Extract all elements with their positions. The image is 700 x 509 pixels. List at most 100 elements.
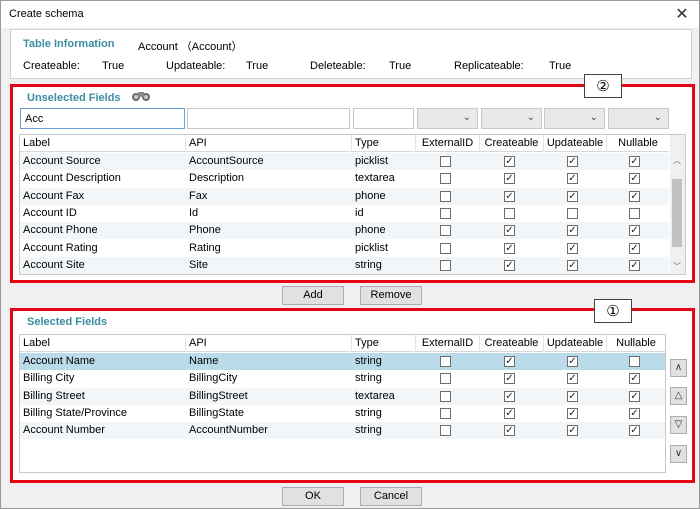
scroll-up-icon[interactable]: ︿ — [670, 154, 684, 168]
externalid-checkbox[interactable] — [440, 373, 451, 385]
api-filter-input[interactable] — [187, 108, 350, 129]
createable-checkbox[interactable]: ✓ — [504, 156, 515, 167]
updateable-checkbox[interactable]: ✓ — [567, 390, 578, 402]
createable-checkbox[interactable] — [504, 207, 515, 219]
binoculars-icon[interactable] — [131, 90, 151, 102]
nullable-checkbox[interactable]: ✓ — [629, 190, 640, 202]
createable-checkbox[interactable]: ✓ — [504, 390, 515, 402]
table-row[interactable]: Account ID Id id — [20, 205, 669, 222]
table-row[interactable]: Account Source AccountSource picklist ✓ ✓ ✓ — [20, 153, 669, 170]
createable-checkbox[interactable]: ✓ — [504, 407, 515, 419]
externalid-checkbox[interactable] — [440, 242, 451, 254]
externalid-checkbox[interactable] — [440, 173, 451, 185]
externalid-checkbox[interactable] — [440, 190, 451, 202]
cell-type: phone — [355, 189, 386, 202]
externalid-checkbox[interactable] — [440, 407, 451, 419]
updateable-checkbox[interactable]: ✓ — [567, 356, 578, 367]
nullable-checkbox[interactable] — [629, 356, 640, 367]
column-header-nullable[interactable]: Nullable — [607, 335, 665, 352]
table-row[interactable]: Billing State/Province BillingState string… — [20, 405, 665, 422]
externalid-checkbox[interactable] — [440, 207, 451, 219]
updateable-checkbox[interactable]: ✓ — [567, 190, 578, 202]
nullable-filter-dropdown[interactable]: ⌄ — [608, 108, 669, 129]
move-top-button[interactable]: ∧ — [670, 359, 687, 377]
column-header-api[interactable]: API — [186, 135, 352, 152]
createable-filter-dropdown[interactable]: ⌄ — [481, 108, 542, 129]
table-row[interactable]: Billing City BillingCity string ✓ ✓ ✓ — [20, 370, 665, 387]
column-header-type[interactable]: Type — [352, 335, 416, 352]
externalid-checkbox[interactable] — [440, 356, 451, 367]
column-header-nullable[interactable]: Nullable — [607, 135, 669, 152]
scrollbar-thumb[interactable] — [672, 179, 682, 247]
externalid-checkbox[interactable] — [440, 225, 451, 237]
table-information-heading: Table Information — [23, 38, 115, 50]
nullable-checkbox[interactable] — [629, 207, 640, 219]
externalid-checkbox[interactable] — [440, 259, 451, 271]
createable-checkbox[interactable]: ✓ — [504, 190, 515, 202]
createable-checkbox[interactable]: ✓ — [504, 373, 515, 385]
remove-button[interactable]: Remove — [360, 286, 422, 305]
move-down-button[interactable]: ▽ — [670, 416, 687, 434]
deleteable-label: Deleteable: — [310, 60, 366, 72]
column-header-externalid[interactable]: ExternalID — [416, 335, 480, 352]
table-row[interactable]: Account Rating Rating picklist ✓ ✓ ✓ — [20, 240, 669, 257]
updateable-checkbox[interactable] — [567, 207, 578, 219]
type-filter-input[interactable] — [353, 108, 414, 129]
table-row[interactable]: Account Description Description textarea ✓ ✓… — [20, 170, 669, 187]
updateable-filter-dropdown[interactable]: ⌄ — [544, 108, 605, 129]
updateable-checkbox[interactable]: ✓ — [567, 425, 578, 437]
column-header-label[interactable]: Label — [20, 135, 186, 152]
ok-button[interactable]: OK — [282, 487, 344, 506]
add-button[interactable]: Add — [282, 286, 344, 305]
unselected-scrollbar[interactable]: ︿ ﹀ — [670, 135, 685, 274]
column-header-label[interactable]: Label — [20, 335, 186, 352]
updateable-checkbox[interactable]: ✓ — [567, 156, 578, 167]
nullable-checkbox[interactable]: ✓ — [629, 225, 640, 237]
move-up-button[interactable]: △ — [670, 387, 687, 405]
column-header-type[interactable]: Type — [352, 135, 416, 152]
nullable-checkbox[interactable]: ✓ — [629, 259, 640, 271]
scroll-down-icon[interactable]: ﹀ — [670, 260, 684, 274]
chevron-down-icon: ⌄ — [462, 112, 471, 123]
nullable-checkbox[interactable]: ✓ — [629, 407, 640, 419]
createable-checkbox[interactable]: ✓ — [504, 225, 515, 237]
updateable-checkbox[interactable]: ✓ — [567, 373, 578, 385]
externalid-checkbox[interactable] — [440, 156, 451, 167]
externalid-filter-dropdown[interactable]: ⌄ — [417, 108, 478, 129]
nullable-checkbox[interactable]: ✓ — [629, 173, 640, 185]
updateable-checkbox[interactable]: ✓ — [567, 225, 578, 237]
column-header-externalid[interactable]: ExternalID — [416, 135, 480, 152]
nullable-checkbox[interactable]: ✓ — [629, 373, 640, 385]
column-header-createable[interactable]: Createable — [480, 335, 544, 352]
column-header-updateable[interactable]: Updateable — [544, 135, 607, 152]
nullable-checkbox[interactable]: ✓ — [629, 242, 640, 254]
nullable-checkbox[interactable]: ✓ — [629, 425, 640, 437]
column-header-updateable[interactable]: Updateable — [544, 335, 607, 352]
updateable-checkbox[interactable]: ✓ — [567, 407, 578, 419]
move-bottom-button[interactable]: ∨ — [670, 445, 687, 463]
cell-api: Rating — [189, 241, 221, 254]
nullable-checkbox[interactable]: ✓ — [629, 390, 640, 402]
table-row[interactable]: Account Site Site string ✓ ✓ ✓ — [20, 256, 669, 274]
table-row[interactable]: Account Phone Phone phone ✓ ✓ ✓ — [20, 222, 669, 240]
table-row[interactable]: Account Number AccountNumber string ✓ ✓ ✓ — [20, 422, 665, 440]
nullable-checkbox[interactable]: ✓ — [629, 156, 640, 167]
createable-checkbox[interactable]: ✓ — [504, 356, 515, 367]
createable-checkbox[interactable]: ✓ — [504, 173, 515, 185]
updateable-checkbox[interactable]: ✓ — [567, 242, 578, 254]
createable-checkbox[interactable]: ✓ — [504, 425, 515, 437]
label-filter-input[interactable] — [20, 108, 185, 129]
externalid-checkbox[interactable] — [440, 425, 451, 437]
updateable-checkbox[interactable]: ✓ — [567, 259, 578, 271]
table-row[interactable]: Account Name Name string ✓ ✓ — [20, 353, 665, 370]
table-row[interactable]: Billing Street BillingStreet textarea ✓ ✓ ✓ — [20, 387, 665, 405]
externalid-checkbox[interactable] — [440, 390, 451, 402]
createable-checkbox[interactable]: ✓ — [504, 242, 515, 254]
table-row[interactable]: Account Fax Fax phone ✓ ✓ ✓ — [20, 187, 669, 205]
close-icon[interactable]: ✕ — [673, 4, 691, 24]
createable-checkbox[interactable]: ✓ — [504, 259, 515, 271]
cancel-button[interactable]: Cancel — [360, 487, 422, 506]
column-header-createable[interactable]: Createable — [480, 135, 544, 152]
updateable-checkbox[interactable]: ✓ — [567, 173, 578, 185]
column-header-api[interactable]: API — [186, 335, 352, 352]
